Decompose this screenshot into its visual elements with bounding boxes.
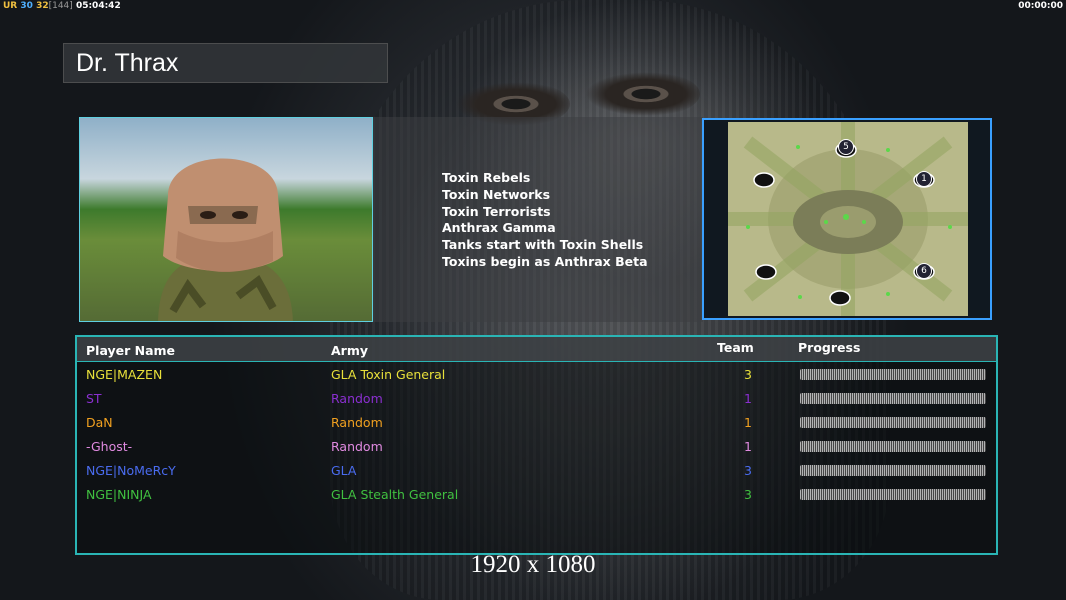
background-eye-right — [580, 70, 700, 118]
player-progress-bar — [800, 489, 986, 500]
player-team: 1 — [744, 391, 752, 406]
player-row: NGE|MAZEN GLA Toxin General 3 — [77, 363, 996, 387]
player-name: NGE|NoMeRcY — [86, 463, 176, 478]
player-army: Random — [331, 391, 383, 406]
player-row: NGE|NINJA GLA Stealth General 3 — [77, 483, 996, 507]
player-progress-bar — [800, 417, 986, 428]
column-army: Army — [331, 343, 369, 358]
feature-item: Toxin Terrorists — [442, 203, 551, 219]
player-progress-bar — [800, 441, 986, 452]
player-army: GLA — [331, 463, 357, 478]
hud-timer: 00:00:00 — [1018, 1, 1063, 11]
player-list-table: Player Name Army Team Progress NGE|MAZEN… — [75, 335, 998, 555]
player-team: 3 — [744, 367, 752, 382]
player-name: NGE|NINJA — [86, 487, 152, 502]
map-start-position: 1 — [916, 171, 932, 187]
player-progress-bar — [800, 369, 986, 380]
column-team: Team — [717, 340, 754, 355]
feature-item: Toxins begin as Anthrax Beta — [442, 253, 648, 269]
player-row: ST Random 1 — [77, 387, 996, 411]
player-name: ST — [86, 391, 102, 406]
hud-stat-b: 30 — [20, 1, 33, 11]
general-name: Dr. Thrax — [76, 49, 179, 77]
general-features-list: Toxin Rebels Toxin Networks Toxin Terror… — [442, 170, 648, 271]
player-team: 3 — [744, 463, 752, 478]
map-start-position: 5 — [838, 139, 854, 155]
general-portrait-image — [158, 158, 293, 321]
column-progress: Progress — [798, 340, 861, 355]
player-name: NGE|MAZEN — [86, 367, 163, 382]
player-team: 3 — [744, 487, 752, 502]
hud-stat-d: [144] — [48, 1, 73, 11]
player-row: DaN Random 1 — [77, 411, 996, 435]
feature-item: Toxin Networks — [442, 186, 551, 202]
hud-stats: UR 30 32[144] 05:04:42 — [3, 0, 121, 12]
hud-clock: 05:04:42 — [75, 1, 121, 11]
player-team: 1 — [744, 439, 752, 454]
player-row: -Ghost- Random 1 — [77, 435, 996, 459]
player-army: Random — [331, 415, 383, 430]
hud-stat-c: 32 — [36, 1, 49, 11]
player-army: Random — [331, 439, 383, 454]
player-name: -Ghost- — [86, 439, 133, 454]
player-row: NGE|NoMeRcY GLA 3 — [77, 459, 996, 483]
resolution-label: 1920 x 1080 — [470, 551, 596, 578]
player-army: GLA Stealth General — [331, 487, 459, 502]
map-start-position: 6 — [916, 263, 932, 279]
feature-item: Toxin Rebels — [442, 170, 531, 185]
player-list-header: Player Name Army Team Progress — [77, 337, 996, 362]
player-team: 1 — [744, 415, 752, 430]
map-preview: 5 1 6 — [702, 118, 992, 320]
player-name: DaN — [86, 415, 113, 430]
player-progress-bar — [800, 465, 986, 476]
hud-stat-a: UR — [3, 1, 18, 11]
general-title-bar: Dr. Thrax — [63, 43, 388, 83]
player-progress-bar — [800, 393, 986, 404]
feature-item: Anthrax Gamma — [442, 220, 556, 236]
column-player-name: Player Name — [86, 343, 176, 358]
feature-item: Tanks start with Toxin Shells — [442, 237, 644, 253]
player-army: GLA Toxin General — [331, 367, 446, 382]
general-portrait — [79, 117, 373, 322]
